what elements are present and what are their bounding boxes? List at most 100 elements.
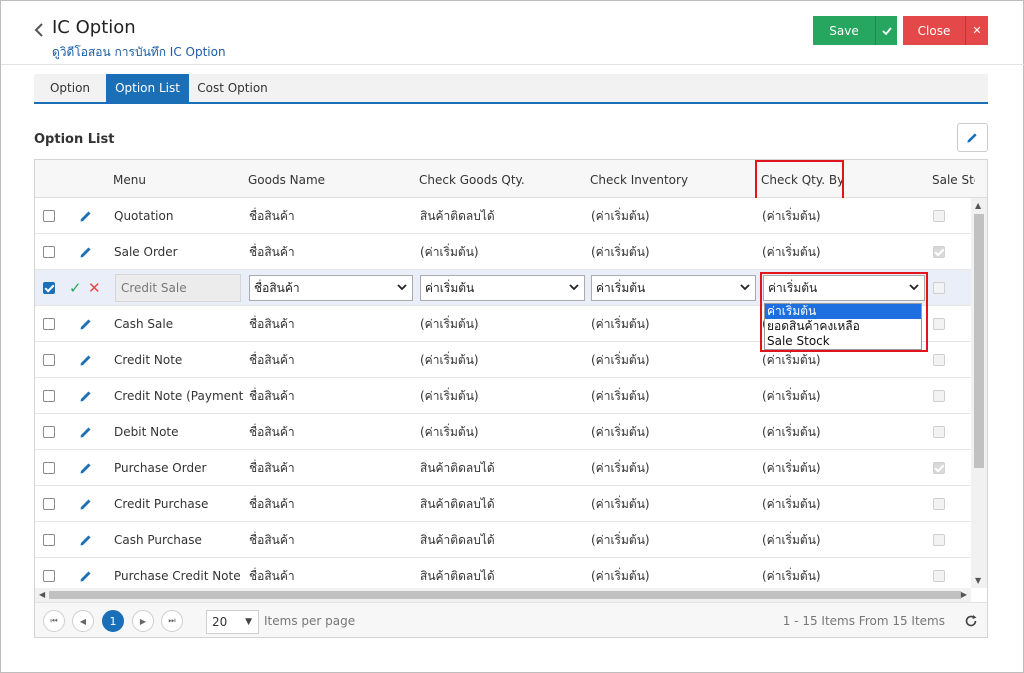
save-button[interactable]: Save — [813, 16, 875, 45]
page-size-select[interactable]: 20 ▼ — [206, 610, 259, 634]
check-goods-qty-value: ค่าเริ่มต้น — [425, 281, 475, 295]
check-inventory-cell: (ค่าเริ่มต้น) — [591, 245, 650, 259]
row-checkbox[interactable] — [43, 498, 55, 510]
row-checkbox[interactable] — [43, 210, 55, 222]
back-icon[interactable] — [32, 20, 46, 40]
close-x-button[interactable]: ✕ — [965, 16, 988, 45]
goods-name-cell: ชื่อสินค้า — [249, 425, 295, 439]
table-row[interactable]: Credit Note (Payment) ชื่อสินค้า (ค่าเริ่ม… — [35, 378, 971, 414]
goods-name-cell: ชื่อสินค้า — [249, 497, 295, 511]
tutorial-link[interactable]: ดูวิดีโอสอน การบันทึก IC Option — [52, 43, 226, 62]
horizontal-scrollbar[interactable]: ◀ ▶ — [35, 588, 971, 602]
tab-bar: Option Option List Cost Option — [34, 74, 988, 104]
sale-stock-checkbox[interactable] — [933, 282, 945, 294]
sale-stock-checkbox[interactable] — [933, 462, 945, 474]
option-list-grid: Menu Goods Name Check Goods Qty. Check I… — [34, 159, 988, 638]
column-header-check-goods-qty[interactable]: Check Goods Qty. — [419, 160, 525, 198]
sale-stock-checkbox[interactable] — [933, 246, 945, 258]
row-checkbox[interactable] — [43, 354, 55, 366]
close-button[interactable]: Close — [903, 16, 965, 45]
sale-stock-checkbox[interactable] — [933, 210, 945, 222]
tab-option-list[interactable]: Option List — [106, 74, 189, 102]
refresh-icon[interactable] — [964, 614, 978, 628]
sale-stock-checkbox[interactable] — [933, 534, 945, 546]
cancel-x-icon[interactable]: ✕ — [88, 279, 101, 297]
sale-stock-checkbox[interactable] — [933, 354, 945, 366]
row-checkbox[interactable] — [43, 570, 55, 582]
edit-pencil-icon[interactable] — [79, 209, 93, 223]
column-header-goods-name[interactable]: Goods Name — [248, 160, 325, 198]
table-row[interactable]: Debit Note ชื่อสินค้า (ค่าเริ่มต้น) (ค่าเริ… — [35, 414, 971, 450]
check-inventory-cell: (ค่าเริ่มต้น) — [591, 461, 650, 475]
section-title: Option List — [34, 132, 115, 147]
next-page-button[interactable]: ▶ — [132, 610, 154, 632]
row-checkbox[interactable] — [43, 282, 55, 294]
prev-page-button[interactable]: ◀ — [72, 610, 94, 632]
table-row[interactable]: Sale Order ชื่อสินค้า (ค่าเริ่มต้น) (ค่าเริ… — [35, 234, 971, 270]
edit-pencil-icon[interactable] — [79, 353, 93, 367]
table-row[interactable]: Purchase Order ชื่อสินค้า สินค้าติดลบได้ (ค… — [35, 450, 971, 486]
scroll-up-icon[interactable]: ▲ — [975, 201, 981, 210]
goods-name-cell: ชื่อสินค้า — [249, 209, 295, 223]
app-window: IC Option ดูวิดีโอสอน การบันทึก IC Optio… — [0, 0, 1024, 673]
edit-pencil-icon[interactable] — [79, 425, 93, 439]
menu-cell: Cash Purchase — [114, 533, 202, 547]
edit-pencil-icon[interactable] — [79, 317, 93, 331]
check-icon — [881, 26, 892, 35]
vertical-scrollbar[interactable]: ▲ ▼ — [971, 198, 987, 588]
page-number-button[interactable]: 1 — [102, 610, 124, 632]
tab-cost-option[interactable]: Cost Option — [189, 74, 276, 102]
scroll-left-icon[interactable]: ◀ — [39, 590, 45, 599]
check-inventory-value: ค่าเริ่มต้น — [596, 281, 646, 295]
check-goods-qty-select[interactable]: ค่าเริ่มต้น — [420, 275, 585, 301]
check-goods-qty-cell: (ค่าเริ่มต้น) — [420, 353, 479, 367]
sale-stock-checkbox[interactable] — [933, 318, 945, 330]
goods-name-select[interactable]: ชื่อสินค้า — [249, 275, 413, 301]
header-divider — [1, 64, 1024, 65]
confirm-check-icon[interactable]: ✓ — [69, 279, 82, 297]
edit-pencil-icon[interactable] — [79, 569, 93, 583]
vertical-scroll-thumb[interactable] — [974, 214, 984, 468]
sale-stock-checkbox[interactable] — [933, 390, 945, 402]
row-checkbox[interactable] — [43, 318, 55, 330]
check-inventory-select[interactable]: ค่าเริ่มต้น — [591, 275, 756, 301]
save-dropdown-button[interactable] — [875, 16, 897, 45]
table-row[interactable]: Credit Purchase ชื่อสินค้า สินค้าติดลบได้ (… — [35, 486, 971, 522]
horizontal-scroll-thumb[interactable] — [49, 591, 961, 599]
goods-name-cell: ชื่อสินค้า — [249, 317, 295, 331]
sale-stock-checkbox[interactable] — [933, 426, 945, 438]
first-page-button[interactable]: ⏮ — [43, 610, 65, 632]
table-row[interactable]: Purchase Credit Note ชื่อสินค้า สินค้าติดล… — [35, 558, 971, 588]
column-header-check-inventory[interactable]: Check Inventory — [590, 160, 688, 198]
edit-pencil-icon[interactable] — [79, 245, 93, 259]
grid-header: Menu Goods Name Check Goods Qty. Check I… — [35, 160, 987, 201]
row-checkbox[interactable] — [43, 246, 55, 258]
row-checkbox[interactable] — [43, 534, 55, 546]
column-header-menu[interactable]: Menu — [113, 160, 146, 198]
last-page-button[interactable]: ⏭ — [161, 610, 183, 632]
row-checkbox[interactable] — [43, 462, 55, 474]
table-row[interactable]: Cash Purchase ชื่อสินค้า สินค้าติดลบได้ (ค่… — [35, 522, 971, 558]
row-checkbox[interactable] — [43, 390, 55, 402]
check-qty-by-cell: (ค่าเริ่มต้น) — [762, 569, 821, 583]
check-inventory-cell: (ค่าเริ่มต้น) — [591, 569, 650, 583]
edit-pencil-icon[interactable] — [79, 533, 93, 547]
menu-cell: Debit Note — [114, 425, 179, 439]
chevron-down-icon: ▼ — [245, 617, 252, 627]
sale-stock-checkbox[interactable] — [933, 498, 945, 510]
column-header-sale-stock[interactable]: Sale Sto — [932, 160, 975, 198]
edit-pencil-icon[interactable] — [79, 497, 93, 511]
scroll-down-icon[interactable]: ▼ — [975, 576, 981, 585]
goods-name-cell: ชื่อสินค้า — [249, 353, 295, 367]
edit-pencil-icon[interactable] — [79, 461, 93, 475]
sale-stock-checkbox[interactable] — [933, 570, 945, 582]
row-checkbox[interactable] — [43, 426, 55, 438]
goods-name-cell: ชื่อสินค้า — [249, 533, 295, 547]
check-inventory-cell: (ค่าเริ่มต้น) — [591, 317, 650, 331]
check-qty-by-cell: (ค่าเริ่มต้น) — [762, 245, 821, 259]
scroll-right-icon[interactable]: ▶ — [961, 590, 967, 599]
edit-table-button[interactable] — [957, 123, 988, 152]
table-row[interactable]: Quotation ชื่อสินค้า สินค้าติดลบได้ (ค่าเริ… — [35, 198, 971, 234]
edit-pencil-icon[interactable] — [79, 389, 93, 403]
tab-option[interactable]: Option — [34, 74, 106, 102]
